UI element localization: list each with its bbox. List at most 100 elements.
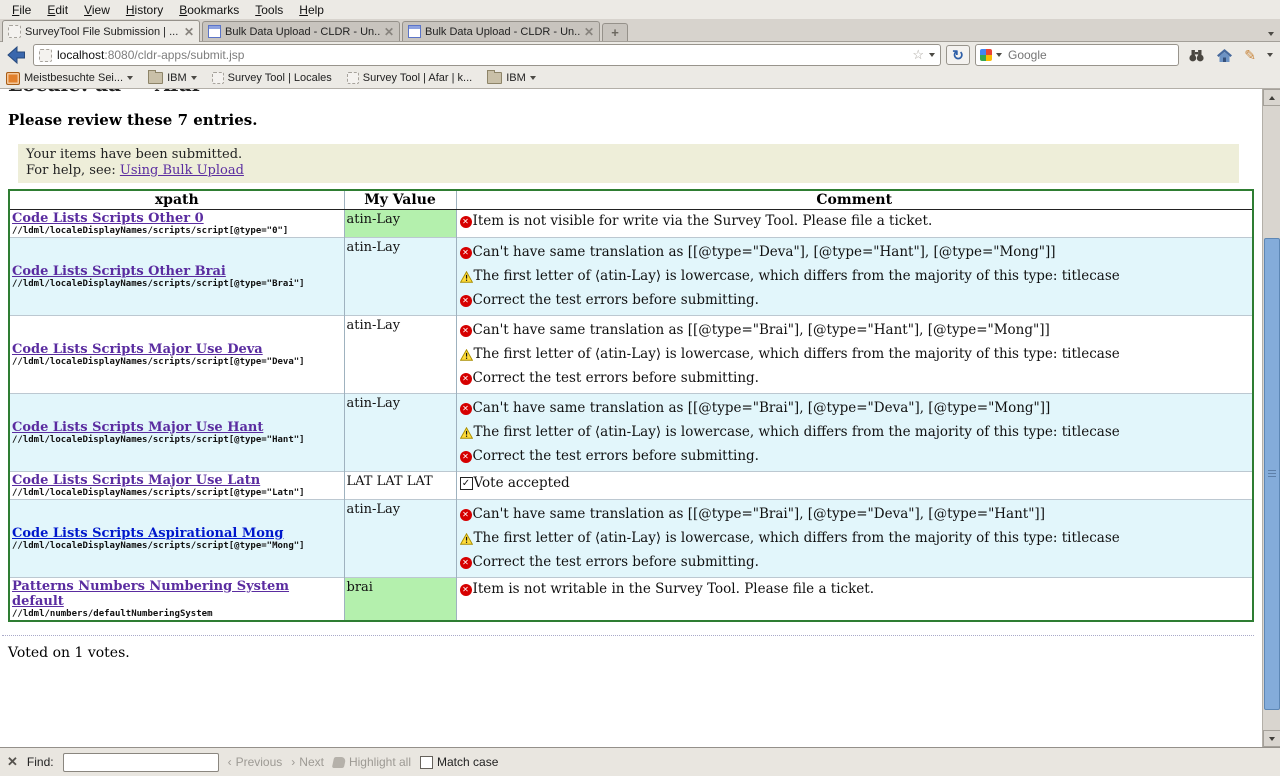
back-button[interactable] <box>4 44 28 66</box>
warning-icon <box>460 427 473 439</box>
bookmark-item[interactable]: Survey Tool | Locales <box>212 72 332 84</box>
tab[interactable]: Bulk Data Upload - CLDR - Un...✕ <box>202 21 400 41</box>
comment-line: ✕Can't have same translation as [[@type=… <box>460 505 1253 524</box>
table-row: Code Lists Scripts Other 0//ldml/localeD… <box>9 210 1253 238</box>
bookmark-item[interactable]: Survey Tool | Afar | k... <box>347 72 472 84</box>
quill-icon[interactable]: ✎ <box>1244 49 1256 61</box>
xpath-link[interactable]: Patterns Numbers Numbering System defaul… <box>12 579 342 609</box>
menu-bar: FileEditViewHistoryBookmarksToolsHelp <box>0 0 1280 19</box>
menu-item-view[interactable]: View <box>76 1 118 19</box>
xpath-code: //ldml/localeDisplayNames/scripts/script… <box>12 357 342 367</box>
error-icon: ✕ <box>460 216 472 228</box>
bookmark-item[interactable]: IBM <box>487 72 536 84</box>
tab-close-icon[interactable]: ✕ <box>384 27 394 37</box>
warning-icon <box>460 533 473 545</box>
url-text[interactable]: localhost:8080/cldr-apps/submit.jsp <box>57 48 907 62</box>
scrollbar-thumb[interactable] <box>1264 238 1280 710</box>
chevron-down-icon <box>530 76 536 80</box>
home-icon[interactable] <box>1216 48 1233 63</box>
xpath-code: //ldml/localeDisplayNames/scripts/script… <box>12 541 342 551</box>
error-icon: ✕ <box>460 295 472 307</box>
xpath-link[interactable]: Code Lists Scripts Major Use Hant <box>12 420 342 435</box>
tab-close-icon[interactable]: ✕ <box>584 27 594 37</box>
check-icon: ✓ <box>460 477 473 490</box>
find-close-icon[interactable]: ✕ <box>7 754 18 770</box>
comment-text: The first letter of ⟨atin-Lay⟩ is lowerc… <box>474 529 1120 548</box>
xpath-cell: Code Lists Scripts Major Use Hant//ldml/… <box>9 394 344 472</box>
bookmark-item[interactable]: Meistbesuchte Sei... <box>6 72 133 85</box>
review-table-body: Code Lists Scripts Other 0 //ldml/localeD… <box>9 210 1253 622</box>
menu-item-tools[interactable]: Tools <box>247 1 291 19</box>
xpath-cell: Code Lists Scripts Other 0//ldml/localeD… <box>9 210 344 238</box>
notice-line1: Your items have been submitted. <box>26 147 1231 163</box>
toolbar-overflow-chevron-icon[interactable] <box>1267 53 1273 57</box>
tab[interactable]: SurveyTool File Submission | ...✕ <box>2 20 200 42</box>
match-case-checkbox[interactable] <box>420 756 433 769</box>
search-bar[interactable] <box>975 44 1179 66</box>
menu-item-edit[interactable]: Edit <box>39 1 76 19</box>
url-bar[interactable]: localhost:8080/cldr-apps/submit.jsp ☆ <box>33 44 941 66</box>
value-cell: atin-Lay <box>344 316 456 394</box>
comment-cell: ✕Can't have same translation as [[@type=… <box>456 316 1253 394</box>
menu-item-history[interactable]: History <box>118 1 171 19</box>
find-input[interactable] <box>63 753 219 772</box>
tab-close-icon[interactable]: ✕ <box>184 27 194 37</box>
comment-text: Item is not visible for write via the Su… <box>473 212 933 231</box>
error-icon: ✕ <box>460 403 472 415</box>
dashed-icon <box>347 72 359 84</box>
xpath-cell: Patterns Numbers Numbering System defaul… <box>9 578 344 622</box>
column-header: xpath <box>9 190 344 210</box>
menu-item-file[interactable]: File <box>4 1 39 19</box>
vertical-scrollbar[interactable] <box>1262 89 1280 747</box>
search-input[interactable] <box>1006 47 1174 63</box>
comment-text: Correct the test errors before submittin… <box>473 369 759 388</box>
bookmark-item[interactable]: IBM <box>148 72 197 84</box>
scroll-up-button[interactable] <box>1263 89 1280 106</box>
list-all-tabs-chevron-icon[interactable] <box>1268 32 1274 36</box>
binoculars-icon[interactable] <box>1188 49 1205 62</box>
match-case-option[interactable]: Match case <box>420 755 498 769</box>
bookmark-label: Survey Tool | Locales <box>228 72 332 84</box>
xpath-cell: Code Lists Scripts Aspirational Mong//ld… <box>9 500 344 578</box>
new-tab-button[interactable]: + <box>602 23 628 41</box>
xpath-link[interactable]: Code Lists Scripts Major Use Latn <box>12 473 342 488</box>
comment-line: The first letter of ⟨atin-Lay⟩ is lowerc… <box>460 267 1253 286</box>
xpath-cell: Code Lists Scripts Major Use Deva//ldml/… <box>9 316 344 394</box>
comment-text: Correct the test errors before submittin… <box>473 447 759 466</box>
toolbar-icons: ✎ <box>1188 48 1276 63</box>
highlight-all-button[interactable]: Highlight all <box>333 755 411 769</box>
tab[interactable]: Bulk Data Upload - CLDR - Un...✕ <box>402 21 600 41</box>
bookmark-star-icon[interactable]: ☆ <box>912 49 924 61</box>
find-next-button[interactable]: ›Next <box>291 755 324 769</box>
document-favicon-icon <box>208 25 221 38</box>
value-cell: atin-Lay <box>344 500 456 578</box>
find-label: Find: <box>27 755 54 769</box>
error-icon: ✕ <box>460 451 472 463</box>
xpath-link[interactable]: Code Lists Scripts Major Use Deva <box>12 342 342 357</box>
xpath-link[interactable]: Code Lists Scripts Aspirational Mong <box>12 526 342 541</box>
comment-text: The first letter of ⟨atin-Lay⟩ is lowerc… <box>474 423 1120 442</box>
search-engine-chevron-icon[interactable] <box>996 53 1002 57</box>
table-row: Code Lists Scripts Major Use Hant//ldml/… <box>9 394 1253 472</box>
review-table: xpathMy ValueComment Code Lists Scripts … <box>8 189 1254 622</box>
mostvisited-icon <box>6 72 20 85</box>
url-host: localhost <box>57 48 104 62</box>
back-arrow-icon <box>5 44 27 66</box>
folder-icon <box>487 72 502 84</box>
using-bulk-upload-link[interactable]: Using Bulk Upload <box>120 163 244 178</box>
find-previous-button[interactable]: ‹Previous <box>228 755 283 769</box>
scroll-down-button[interactable] <box>1263 730 1280 747</box>
url-dropdown-chevron-icon[interactable] <box>929 53 935 57</box>
xpath-link[interactable]: Code Lists Scripts Other Brai <box>12 264 342 279</box>
comment-text: The first letter of ⟨atin-Lay⟩ is lowerc… <box>474 345 1120 364</box>
menu-item-bookmarks[interactable]: Bookmarks <box>171 1 247 19</box>
comment-line: ✓Vote accepted <box>460 474 1253 493</box>
menu-item-help[interactable]: Help <box>291 1 332 19</box>
reload-button[interactable]: ↻ <box>946 45 970 65</box>
comment-text: Item is not writable in the Survey Tool.… <box>473 580 874 599</box>
xpath-cell: Code Lists Scripts Other Brai//ldml/loca… <box>9 238 344 316</box>
xpath-link[interactable]: Code Lists Scripts Other 0 <box>12 211 342 226</box>
comment-line: ✕Correct the test errors before submitti… <box>460 447 1253 466</box>
voted-text: Voted on 1 votes. <box>8 645 1263 661</box>
placeholder-favicon-icon <box>8 25 21 38</box>
